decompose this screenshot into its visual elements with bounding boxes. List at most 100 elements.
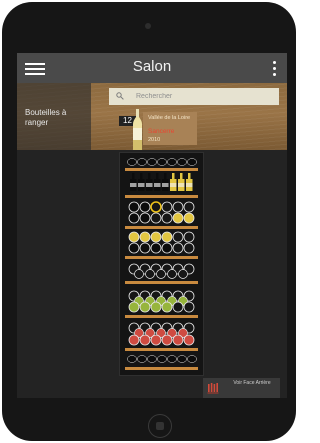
bottle-slot (161, 201, 173, 213)
top-bar: Salon (17, 53, 287, 83)
bottle-slot (150, 242, 162, 254)
bottle-slot (183, 242, 195, 254)
bottle-slot (127, 158, 137, 166)
bottle-slot (178, 269, 188, 279)
cellar-shelf (125, 367, 198, 370)
bottle-slot (137, 355, 147, 363)
front-camera (145, 23, 151, 29)
app-screen: Salon Bouteilles à ranger 12 (17, 53, 287, 398)
bottle-slot (139, 242, 151, 254)
bottle-slot (128, 301, 140, 313)
standing-bottle-neck (140, 173, 143, 179)
bottle-slot (172, 301, 184, 313)
bottle-slot (161, 242, 173, 254)
bottle-rack-icon (207, 383, 219, 394)
bottle-slot (127, 355, 137, 363)
bottle-slot (147, 355, 157, 363)
bottle-slot (167, 158, 177, 166)
bottle-slot (157, 158, 167, 166)
bottle-slot (161, 301, 173, 313)
bottle-slot (128, 334, 140, 346)
bottle-slot (172, 231, 184, 243)
cellar-shelf (125, 281, 198, 284)
search-input[interactable] (136, 89, 274, 103)
wine-year: 2010 (148, 137, 161, 143)
standing-bottle-label (146, 183, 153, 187)
bottle-slot (183, 334, 195, 346)
bottle-slot (157, 355, 167, 363)
home-button-icon[interactable] (148, 414, 172, 438)
cellar-shelf (125, 348, 198, 351)
bottle-slot (172, 334, 184, 346)
bottle-slot (187, 355, 197, 363)
bottle-slot (128, 201, 140, 213)
standing-bottle-neck (172, 173, 175, 179)
search-icon (116, 92, 124, 100)
cellar-shelf (125, 226, 198, 229)
bottles-to-store-panel[interactable]: Bouteilles à ranger (17, 83, 91, 150)
standing-bottle-label (186, 183, 193, 187)
search-box[interactable] (109, 88, 279, 105)
bottle-slot (172, 242, 184, 254)
bottle-slot (139, 334, 151, 346)
standing-bottle-label (162, 183, 169, 187)
selected-wine-card[interactable]: Vallée de la Loire Sancerre 2010 (143, 112, 197, 145)
page-title: Salon (132, 58, 172, 75)
bottle-slot (183, 231, 195, 243)
standing-bottle-label (130, 183, 137, 187)
bottle-slot (167, 355, 177, 363)
bottle-slot (150, 212, 162, 224)
bottle-slot (183, 212, 195, 224)
bottle-slot (150, 231, 162, 243)
bottle-slot (139, 212, 151, 224)
bottle-slot (137, 158, 147, 166)
wine-region: Vallée de la Loire (148, 115, 191, 121)
bottle-slot (161, 212, 173, 224)
bottle-slot (150, 301, 162, 313)
bottle-slot (167, 269, 177, 279)
vertical-dots-icon[interactable] (268, 58, 280, 78)
bottle-slot (172, 212, 184, 224)
bottle-slot (150, 334, 162, 346)
bottle-slot (128, 242, 140, 254)
standing-bottle-neck (156, 173, 159, 179)
selected-bottle-slot (150, 201, 162, 213)
standing-bottle-neck (132, 173, 135, 179)
bottle-slot (128, 212, 140, 224)
cellar-shelf (125, 315, 198, 318)
cellar-shelf (125, 195, 198, 198)
bottle-slot (139, 301, 151, 313)
bottle-slot (145, 269, 155, 279)
standing-bottle-neck (180, 173, 183, 179)
standing-bottle-label (138, 183, 145, 187)
bottle-slot (128, 231, 140, 243)
bottle-slot (172, 201, 184, 213)
standing-bottle-label (170, 183, 177, 187)
bottle-slot (161, 334, 173, 346)
bottle-slot (156, 269, 166, 279)
bottle-slot (139, 231, 151, 243)
bottle-slot (147, 158, 157, 166)
standing-bottle-label (154, 183, 161, 187)
bottle-slot (187, 158, 197, 166)
wine-cellar-rack[interactable] (120, 153, 203, 375)
bottle-slot (161, 231, 173, 243)
bottle-slot (177, 158, 187, 166)
standing-bottle-label (178, 183, 185, 187)
bottle-slot (139, 201, 151, 213)
standing-bottle-neck (164, 173, 167, 179)
bottle-slot (134, 269, 144, 279)
tablet-frame: Salon Bouteilles à ranger 12 (2, 2, 296, 441)
bottle-slot (177, 355, 187, 363)
back-view-button[interactable]: Voir Face Arrière (203, 378, 280, 398)
standing-bottle-neck (188, 173, 191, 179)
bottle-slot (183, 301, 195, 313)
standing-bottle-neck (148, 173, 151, 179)
wine-name: Sancerre (148, 128, 175, 135)
home-button-inner (156, 422, 164, 430)
cellar-shelf (125, 168, 198, 171)
bottles-to-store-label: Bouteilles à ranger (25, 108, 67, 127)
bottle-slot (183, 201, 195, 213)
back-view-label: Voir Face Arrière (233, 380, 271, 386)
cellar-shelf (125, 256, 198, 259)
